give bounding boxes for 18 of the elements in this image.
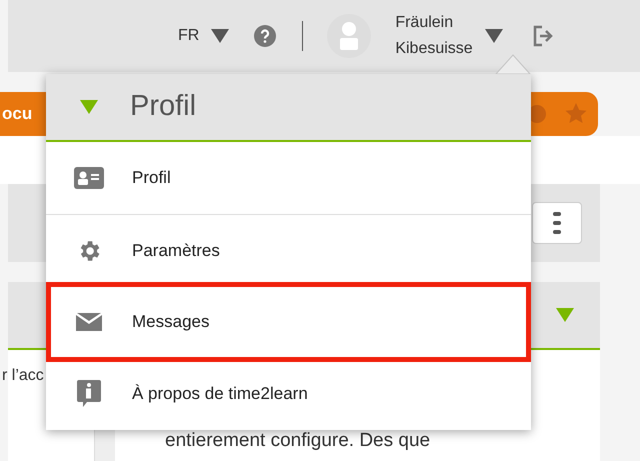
help-icon[interactable]: [254, 25, 276, 47]
info-icon: [77, 380, 101, 408]
truncated-text: r l’acc: [2, 366, 45, 386]
envelope-icon: [76, 313, 102, 331]
user-name[interactable]: Kibesuisse: [395, 36, 473, 62]
kebab-icon: [553, 212, 561, 234]
user-name[interactable]: Fräulein: [395, 10, 473, 36]
menu-item[interactable]: Profil: [46, 142, 531, 214]
menu-title: Profil: [130, 89, 196, 124]
language-label[interactable]: FR: [178, 24, 200, 48]
menu-item[interactable]: Messages: [46, 282, 531, 362]
more-options-button[interactable]: [532, 202, 582, 244]
body-text: entierement configure. Des que: [165, 428, 430, 452]
caret-down-icon[interactable]: [484, 29, 503, 43]
star-icon[interactable]: [564, 102, 588, 126]
contact-card-icon: [74, 167, 104, 189]
caret-down-icon[interactable]: [211, 29, 230, 43]
logout-icon[interactable]: [532, 25, 555, 47]
